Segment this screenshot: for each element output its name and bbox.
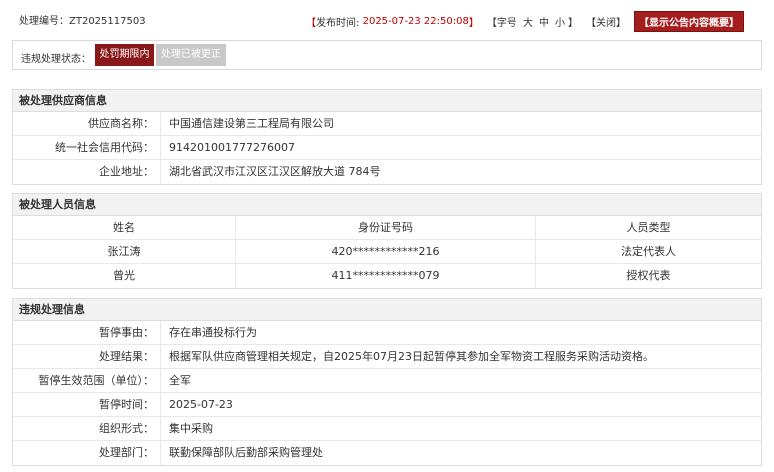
case-number: 处理编号：ZT2025117503: [19, 12, 146, 27]
violation-row: 暂停生效范围（单位）： 全军: [13, 369, 761, 393]
supplier-panel: 被处理供应商信息 供应商名称： 中国通信建设第三工程局有限公司 统一社会信用代码…: [12, 89, 762, 185]
show-summary-label: 显示公告内容概要: [649, 18, 729, 29]
person-id: 420************216: [236, 240, 536, 264]
personnel-panel: 被处理人员信息 姓名 身份证号码 人员类型 张江涛 420***********…: [12, 193, 762, 289]
close-link[interactable]: 关闭: [596, 14, 616, 29]
result-label: 处理结果：: [13, 345, 161, 369]
case-number-value: ZT2025117503: [69, 16, 146, 27]
top-bar: 处理编号：ZT2025117503 【发布时间: 2025-07-23 22:5…: [0, 0, 774, 36]
suspension-reason-label: 暂停事由：: [13, 321, 161, 345]
scope-value: 全军: [169, 374, 191, 387]
column-header-name: 姓名: [13, 216, 236, 240]
person-type: 授权代表: [626, 269, 671, 282]
violation-row: 组织形式： 集中采购: [13, 417, 761, 441]
table-row: 曾光 411************079 授权代表: [13, 264, 761, 288]
font-size-medium[interactable]: 中: [539, 14, 549, 29]
personnel-header-row: 姓名 身份证号码 人员类型: [13, 216, 761, 240]
case-number-label: 处理编号：: [19, 16, 69, 27]
font-size-small[interactable]: 小: [555, 14, 565, 29]
address-value: 湖北省武汉市江汉区江汉区解放大道 784号: [169, 165, 381, 178]
person-id: 411************079: [236, 264, 536, 288]
font-size-large[interactable]: 大: [523, 14, 533, 29]
organization-form-value: 集中采购: [169, 422, 213, 435]
suspension-date-label: 暂停时间：: [13, 393, 161, 417]
supplier-panel-title: 被处理供应商信息: [13, 90, 761, 112]
publish-time-label: 发布时间:: [316, 18, 360, 29]
status-inactive-button[interactable]: 处理已被更正: [156, 44, 226, 66]
person-name: 曾光: [13, 264, 236, 288]
supplier-row: 供应商名称： 中国通信建设第三工程局有限公司: [13, 112, 761, 136]
top-actions: 【发布时间: 2025-07-23 22:50:08】 【字号 大中小】 【关闭…: [306, 11, 744, 32]
violation-panel: 违规处理信息 暂停事由： 存在串通投标行为 处理结果： 根据军队供应商管理相关规…: [12, 298, 762, 466]
status-box: 违规处理状态： 处罚期限内 处理已被更正: [12, 40, 762, 70]
suspension-date-value: 2025-07-23: [169, 398, 233, 411]
department-label: 处理部门：: [13, 441, 161, 465]
personnel-panel-title: 被处理人员信息: [13, 194, 761, 216]
credit-code-value: 914201001777276007: [169, 141, 295, 154]
status-active-button[interactable]: 处罚期限内: [95, 44, 154, 66]
font-size-label: 字号: [496, 18, 517, 29]
supplier-name-label: 供应商名称：: [13, 112, 161, 136]
violation-row: 暂停时间： 2025-07-23: [13, 393, 761, 417]
violation-row: 处理结果： 根据军队供应商管理相关规定，自2025年07月23日起暂停其参加全军…: [13, 345, 761, 369]
scope-label: 暂停生效范围（单位）：: [13, 369, 161, 393]
violation-row: 处理部门： 联勤保障部队后勤部采购管理处: [13, 441, 761, 465]
result-value: 根据军队供应商管理相关规定，自2025年07月23日起暂停其参加全军物资工程服务…: [169, 350, 654, 363]
violation-row: 暂停事由： 存在串通投标行为: [13, 321, 761, 345]
credit-code-label: 统一社会信用代码：: [13, 136, 161, 160]
show-summary-button[interactable]: 【显示公告内容概要】: [634, 11, 744, 32]
column-header-type: 人员类型: [626, 221, 671, 234]
status-label: 违规处理状态：: [21, 54, 91, 65]
organization-form-label: 组织形式：: [13, 417, 161, 441]
supplier-name-value: 中国通信建设第三工程局有限公司: [169, 117, 334, 130]
suspension-reason-value: 存在串通投标行为: [169, 326, 257, 339]
department-value: 联勤保障部队后勤部采购管理处: [169, 446, 323, 459]
supplier-row: 企业地址： 湖北省武汉市江汉区江汉区解放大道 784号: [13, 160, 761, 184]
column-header-id: 身份证号码: [236, 216, 536, 240]
supplier-row: 统一社会信用代码： 914201001777276007: [13, 136, 761, 160]
person-type: 法定代表人: [621, 245, 676, 258]
violation-panel-title: 违规处理信息: [13, 299, 761, 321]
address-label: 企业地址：: [13, 160, 161, 184]
publish-time: 2025-07-23 22:50:08: [362, 16, 469, 27]
table-row: 张江涛 420************216 法定代表人: [13, 240, 761, 264]
person-name: 张江涛: [13, 240, 236, 264]
